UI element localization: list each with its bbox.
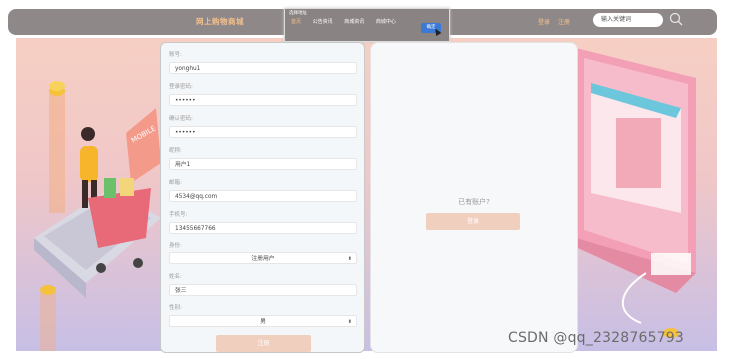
password-input[interactable]: ••••••: [169, 94, 357, 106]
field-label-gender: 性别:: [169, 305, 182, 311]
field-label-confirm-password: 确认密码:: [169, 116, 193, 122]
login-link[interactable]: 登录: [538, 19, 550, 26]
register-link[interactable]: 注册: [558, 19, 570, 26]
login-prompt-card: 已有账户? 登录: [370, 42, 578, 353]
role-select[interactable]: 注册用户 ⬍: [169, 252, 357, 264]
register-button[interactable]: 注册: [216, 335, 311, 352]
nav-item-mall-center[interactable]: 商城中心: [376, 19, 396, 25]
register-form: 账号: yonghu1 登录密码: •••••• 确认密码: •••••• 昵称…: [160, 42, 365, 353]
field-label-phone: 手机号:: [169, 212, 188, 218]
select-arrow-icon: ⬍: [347, 256, 352, 262]
site-title: 网上购物商城: [196, 17, 244, 26]
login-button[interactable]: 登录: [426, 213, 520, 230]
phone-input[interactable]: 13455667766: [169, 222, 357, 234]
watermark-text: CSDN @qq_2328765793: [508, 330, 685, 346]
nav-items: 首页 公告资讯 商城资讯 商城中心: [291, 18, 406, 25]
confirm-password-input[interactable]: ••••••: [169, 126, 357, 138]
search-icon[interactable]: [669, 12, 683, 26]
email-input[interactable]: 4534@qq.com: [169, 190, 357, 202]
auth-links: 登录 注册: [538, 17, 576, 26]
role-select-value: 注册用户: [251, 256, 275, 262]
field-label-role: 身份:: [169, 243, 182, 249]
popup-hint: 选择地址: [289, 11, 307, 16]
name-input[interactable]: 张三: [169, 284, 357, 296]
select-arrow-icon: ⬍: [347, 319, 352, 325]
account-input[interactable]: yonghu1: [169, 62, 357, 74]
gender-select-value: 男: [260, 319, 266, 325]
shopping-illustration: MOBILE: [34, 48, 696, 353]
nickname-input[interactable]: 用户1: [169, 158, 357, 170]
nav-item-mall-news[interactable]: 商城资讯: [344, 19, 364, 25]
already-have-account-text: 已有账户?: [458, 198, 490, 206]
field-label-name: 姓名:: [169, 274, 182, 280]
field-label-email: 邮箱:: [169, 180, 182, 186]
nav-menu-popup: 选择地址 首页 公告资讯 商城资讯 商城中心 确定: [284, 8, 450, 42]
field-label-password: 登录密码:: [169, 84, 193, 90]
nav-item-home[interactable]: 首页: [291, 19, 301, 25]
field-label-account: 账号:: [169, 52, 182, 58]
search-input[interactable]: 输入关键词: [593, 13, 663, 27]
gender-select[interactable]: 男 ⬍: [169, 315, 357, 327]
nav-item-announcements[interactable]: 公告资讯: [313, 19, 333, 25]
field-label-nickname: 昵称:: [169, 148, 182, 154]
background-illustration: MOBILE: [16, 38, 717, 353]
